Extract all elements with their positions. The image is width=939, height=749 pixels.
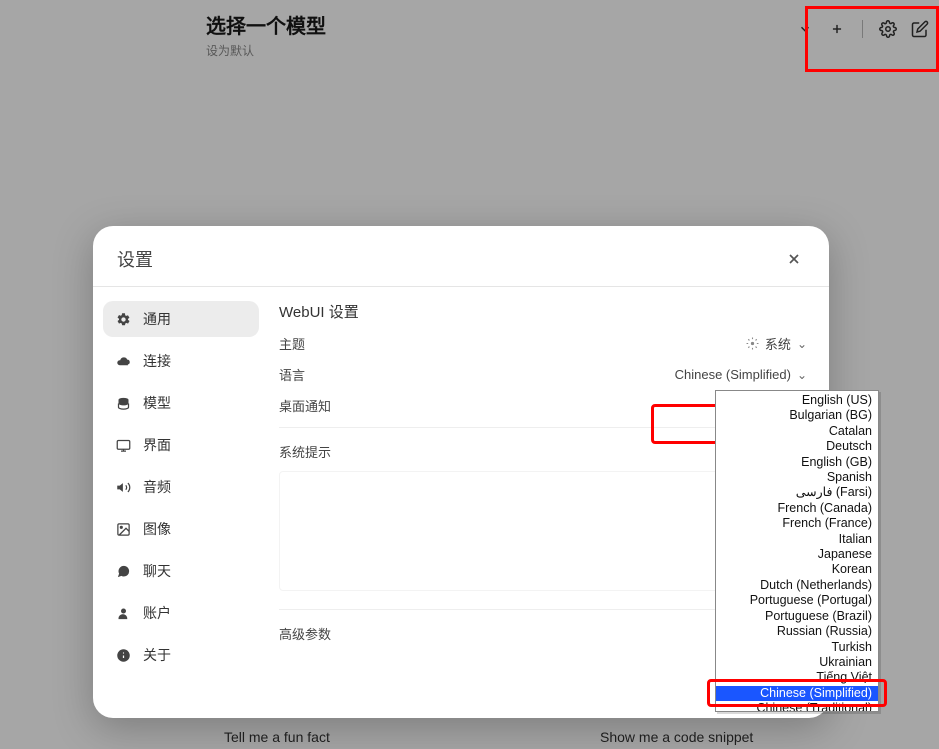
person-icon <box>115 605 131 621</box>
sidebar-item-label: 模型 <box>143 393 171 413</box>
advanced-label: 高级参数 <box>279 624 331 643</box>
language-option[interactable]: Bulgarian (BG) <box>716 408 878 423</box>
language-option[interactable]: Korean <box>716 562 878 577</box>
sidebar-item-label: 通用 <box>143 309 171 329</box>
language-label: 语言 <box>279 365 305 384</box>
info-icon <box>115 647 131 663</box>
settings-sidebar: 通用 连接 模型 界面 音频 <box>93 287 269 718</box>
sidebar-item-label: 图像 <box>143 519 171 539</box>
chevron-down-icon: ⌄ <box>797 368 807 382</box>
language-select[interactable]: Chinese (Simplified) ⌄ <box>675 367 807 382</box>
sidebar-item-label: 关于 <box>143 645 171 665</box>
sidebar-item-about[interactable]: 关于 <box>103 637 259 673</box>
gear-icon <box>115 311 131 327</box>
sidebar-item-account[interactable]: 账户 <box>103 595 259 631</box>
theme-label: 主题 <box>279 334 305 353</box>
section-title: WebUI 设置 <box>279 301 807 322</box>
sidebar-item-label: 账户 <box>143 603 171 623</box>
cloud-icon <box>115 353 131 369</box>
language-value: Chinese (Simplified) <box>675 367 791 382</box>
sidebar-item-models[interactable]: 模型 <box>103 385 259 421</box>
stack-icon <box>115 395 131 411</box>
sidebar-item-chat[interactable]: 聊天 <box>103 553 259 589</box>
language-option[interactable]: Turkish <box>716 640 878 655</box>
image-icon <box>115 521 131 537</box>
sidebar-item-connections[interactable]: 连接 <box>103 343 259 379</box>
language-option[interactable]: Dutch (Netherlands) <box>716 578 878 593</box>
language-option[interactable]: Chinese (Simplified) <box>716 686 878 701</box>
language-option[interactable]: French (France) <box>716 516 878 531</box>
theme-select[interactable]: 系统 ⌄ <box>746 334 807 353</box>
language-option[interactable]: فارسی (Farsi) <box>716 485 878 500</box>
chevron-down-icon: ⌄ <box>797 337 807 351</box>
sidebar-item-label: 界面 <box>143 435 171 455</box>
language-option[interactable]: Italian <box>716 532 878 547</box>
language-option[interactable]: English (GB) <box>716 455 878 470</box>
modal-title: 设置 <box>117 246 153 272</box>
language-option[interactable]: Spanish <box>716 470 878 485</box>
sidebar-item-label: 连接 <box>143 351 171 371</box>
language-option[interactable]: Deutsch <box>716 439 878 454</box>
language-option[interactable]: Portuguese (Brazil) <box>716 609 878 624</box>
highlight-header-tools <box>805 6 939 72</box>
language-option[interactable]: Chinese (Traditional) <box>716 701 878 712</box>
language-option[interactable]: Japanese <box>716 547 878 562</box>
sidebar-item-label: 聊天 <box>143 561 171 581</box>
theme-value: 系统 <box>765 334 791 353</box>
sidebar-item-audio[interactable]: 音频 <box>103 469 259 505</box>
chat-icon <box>115 563 131 579</box>
language-option[interactable]: English (US) <box>716 393 878 408</box>
language-option[interactable]: Catalan <box>716 424 878 439</box>
notify-label: 桌面通知 <box>279 396 331 415</box>
language-option[interactable]: Russian (Russia) <box>716 624 878 639</box>
gear-icon <box>746 337 759 350</box>
sidebar-item-images[interactable]: 图像 <box>103 511 259 547</box>
close-button[interactable] <box>783 248 805 270</box>
volume-icon <box>115 479 131 495</box>
language-option[interactable]: Ukrainian <box>716 655 878 670</box>
sidebar-item-label: 音频 <box>143 477 171 497</box>
sidebar-item-interface[interactable]: 界面 <box>103 427 259 463</box>
sidebar-item-general[interactable]: 通用 <box>103 301 259 337</box>
language-option[interactable]: Portuguese (Portugal) <box>716 593 878 608</box>
language-dropdown[interactable]: English (US)Bulgarian (BG)CatalanDeutsch… <box>715 390 879 712</box>
language-option[interactable]: French (Canada) <box>716 501 878 516</box>
language-option[interactable]: Tiếng Việt <box>716 670 878 685</box>
display-icon <box>115 437 131 453</box>
